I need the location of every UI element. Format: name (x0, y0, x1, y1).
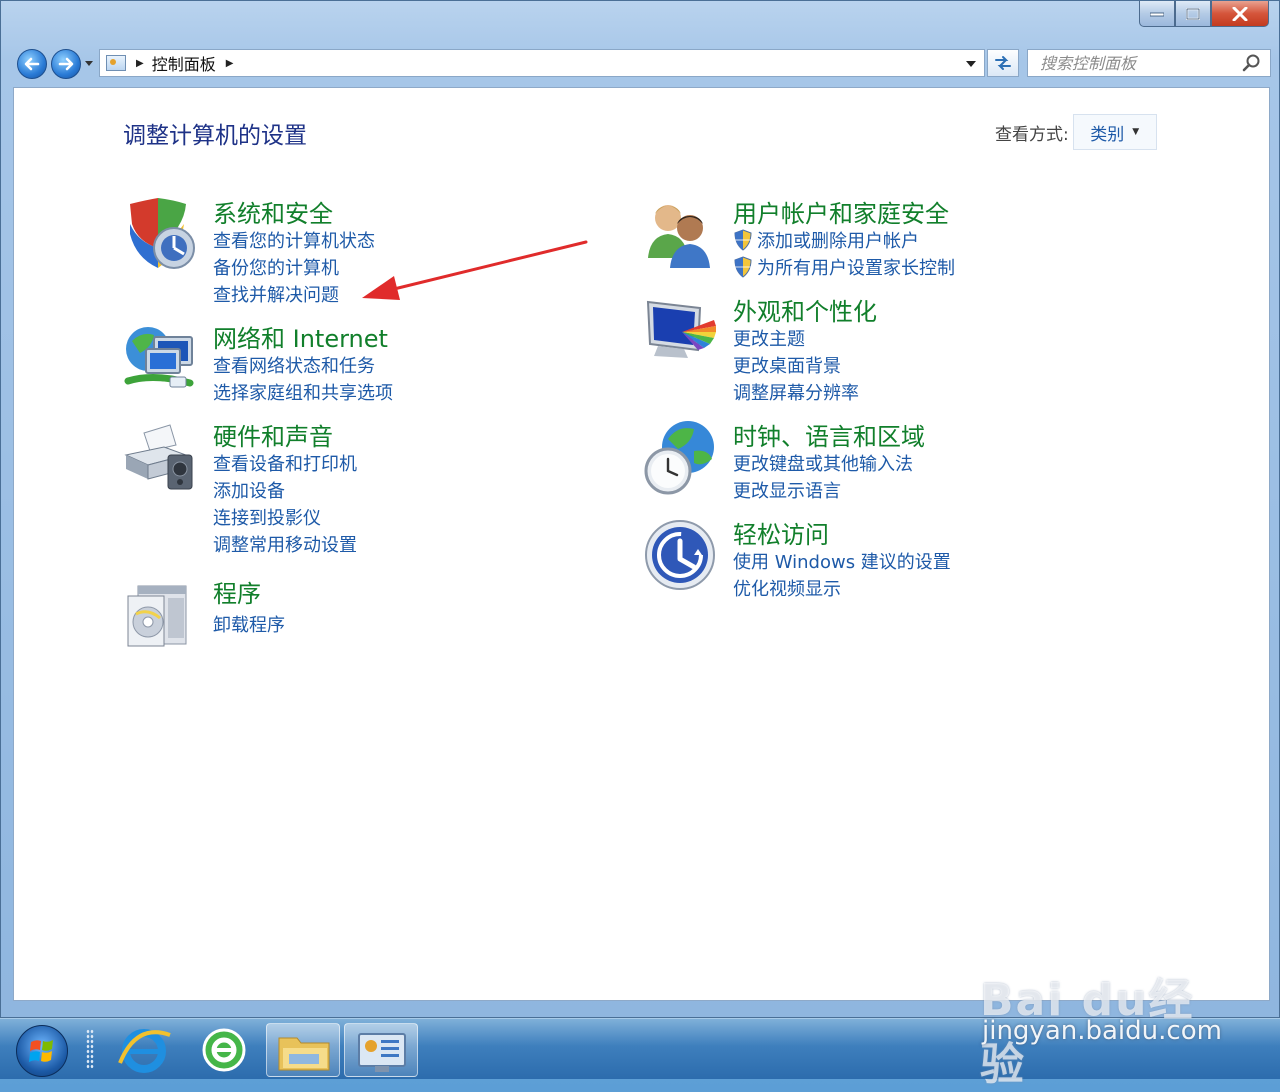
taskbar-control-panel-button[interactable] (344, 1023, 418, 1077)
programs-icon[interactable] (124, 578, 198, 652)
category-title-appearance[interactable]: 外观和个性化 (733, 292, 877, 327)
control-panel-icon (106, 55, 126, 71)
category-links: 查看设备和打印机 添加设备 连接到投影仪 调整常用移动设置 (213, 449, 357, 557)
windows-logo-icon (29, 1040, 53, 1062)
category-title-system-security[interactable]: 系统和安全 (213, 194, 333, 229)
taskbar-ie-button[interactable] (106, 1023, 180, 1077)
start-button[interactable] (16, 1025, 68, 1077)
shield-icon[interactable] (124, 198, 198, 272)
breadcrumb-separator-icon[interactable]: ▶ (136, 58, 144, 69)
taskbar (0, 1018, 1280, 1079)
link-troubleshoot[interactable]: 查找并解决问题 (213, 280, 375, 307)
refresh-icon (995, 56, 1011, 70)
chevron-down-icon: ▼ (1132, 127, 1140, 137)
link-mobility-settings[interactable]: 调整常用移动设置 (213, 530, 357, 557)
link-desktop-background[interactable]: 更改桌面背景 (733, 351, 859, 378)
link-change-theme[interactable]: 更改主题 (733, 324, 859, 351)
close-button[interactable] (1211, 1, 1269, 27)
taskbar-grip (86, 1029, 94, 1069)
breadcrumb-control-panel[interactable]: 控制面板 (152, 51, 216, 75)
search-icon[interactable] (1242, 53, 1262, 73)
search-input[interactable] (1038, 52, 1242, 74)
internet-explorer-icon (118, 1029, 171, 1073)
link-screen-resolution[interactable]: 调整屏幕分辨率 (733, 378, 859, 405)
link-text: 添加或删除用户帐户 (757, 230, 919, 252)
printer-icon[interactable] (124, 421, 198, 495)
link-text: 为所有用户设置家长控制 (757, 257, 955, 279)
link-optimize-video[interactable]: 优化视频显示 (733, 574, 951, 601)
link-change-keyboard[interactable]: 更改键盘或其他输入法 (733, 449, 913, 476)
view-by-dropdown[interactable]: 类别 ▼ (1072, 114, 1157, 150)
refresh-button[interactable] (987, 49, 1019, 77)
category-title-network-internet[interactable]: 网络和 Internet (213, 319, 388, 354)
link-devices-printers[interactable]: 查看设备和打印机 (213, 449, 357, 476)
maximize-button[interactable] (1175, 1, 1211, 27)
link-backup-computer[interactable]: 备份您的计算机 (213, 253, 375, 280)
link-parental-controls[interactable]: 为所有用户设置家长控制 (733, 253, 955, 280)
category-links: 更改键盘或其他输入法 更改显示语言 (733, 449, 913, 503)
link-add-device[interactable]: 添加设备 (213, 476, 357, 503)
control-panel-window: ▶ 控制面板 ▶ 调整计算机的设置 查看方式: 类别 (0, 0, 1280, 1018)
link-add-remove-accounts[interactable]: 添加或删除用户帐户 (733, 226, 955, 253)
browser-360-icon (202, 1028, 246, 1072)
breadcrumb-separator-icon[interactable]: ▶ (226, 58, 234, 69)
category-title-programs[interactable]: 程序 (213, 574, 261, 609)
chevron-down-icon (85, 61, 93, 66)
taskbar-360-browser-button[interactable] (186, 1023, 260, 1077)
network-icon[interactable] (124, 323, 198, 397)
category-title-user-accounts[interactable]: 用户帐户和家庭安全 (733, 194, 949, 229)
category-links: 卸载程序 (213, 610, 285, 637)
address-bar[interactable]: ▶ 控制面板 ▶ (99, 49, 985, 77)
link-connect-projector[interactable]: 连接到投影仪 (213, 503, 357, 530)
category-links: 查看网络状态和任务 选择家庭组和共享选项 (213, 351, 393, 405)
category-links: 查看您的计算机状态 备份您的计算机 查找并解决问题 (213, 226, 375, 307)
link-view-computer-status[interactable]: 查看您的计算机状态 (213, 226, 375, 253)
category-links: 添加或删除用户帐户 为所有用户设置家长控制 (733, 226, 955, 280)
page-title: 调整计算机的设置 (123, 123, 307, 149)
ease-of-access-icon[interactable] (644, 519, 718, 593)
uac-shield-icon (734, 228, 752, 251)
view-by-label: 查看方式: (995, 124, 1069, 145)
monitor-icon[interactable] (644, 296, 718, 370)
search-box[interactable] (1027, 49, 1271, 77)
address-dropdown-button[interactable] (966, 57, 976, 70)
content-area: 调整计算机的设置 查看方式: 类别 ▼ 系统和安全 查看您的计算机状态 备份您的… (13, 87, 1270, 1001)
link-homegroup-sharing[interactable]: 选择家庭组和共享选项 (213, 378, 393, 405)
maximize-icon (1186, 7, 1200, 20)
minimize-icon (1150, 12, 1164, 16)
forward-arrow-icon (58, 57, 74, 71)
caption-buttons (1139, 1, 1269, 29)
category-title-hardware-sound[interactable]: 硬件和声音 (213, 417, 333, 452)
category-title-ease-of-access[interactable]: 轻松访问 (733, 515, 829, 550)
annotation-arrow (362, 240, 588, 300)
category-links: 使用 Windows 建议的设置 优化视频显示 (733, 547, 951, 601)
view-by-value: 类别 (1090, 124, 1125, 145)
users-icon[interactable] (644, 198, 718, 272)
uac-shield-icon (734, 255, 752, 278)
folder-icon (278, 1037, 330, 1071)
back-arrow-icon (24, 57, 40, 71)
link-network-status[interactable]: 查看网络状态和任务 (213, 351, 393, 378)
taskbar-explorer-button[interactable] (266, 1023, 340, 1077)
link-uninstall-program[interactable]: 卸载程序 (213, 610, 285, 637)
close-icon (1232, 6, 1248, 21)
navigation-bar: ▶ 控制面板 ▶ (13, 47, 1271, 81)
category-title-clock-language-region[interactable]: 时钟、语言和区域 (733, 417, 925, 452)
back-button[interactable] (17, 49, 47, 79)
link-recommended-settings[interactable]: 使用 Windows 建议的设置 (733, 547, 951, 574)
chevron-down-icon (966, 61, 976, 67)
control-panel-icon (358, 1033, 406, 1072)
clock-globe-icon[interactable] (644, 421, 718, 495)
view-by-control: 查看方式: 类别 ▼ (995, 114, 1157, 150)
link-display-language[interactable]: 更改显示语言 (733, 476, 913, 503)
recent-pages-dropdown[interactable] (85, 59, 95, 69)
forward-button[interactable] (51, 49, 81, 79)
category-links: 更改主题 更改桌面背景 调整屏幕分辨率 (733, 324, 859, 405)
minimize-button[interactable] (1139, 1, 1175, 27)
